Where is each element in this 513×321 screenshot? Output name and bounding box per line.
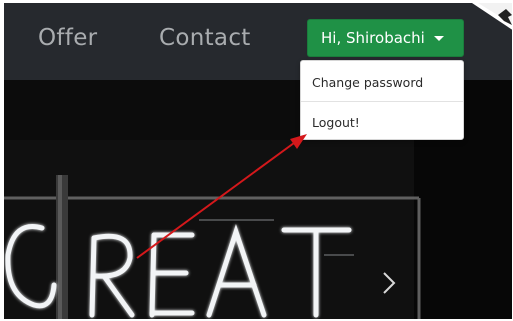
browser-viewport: Offer Contact Hi, Shirobachi Change pass… — [4, 3, 512, 319]
annotation-arrow — [136, 134, 307, 259]
